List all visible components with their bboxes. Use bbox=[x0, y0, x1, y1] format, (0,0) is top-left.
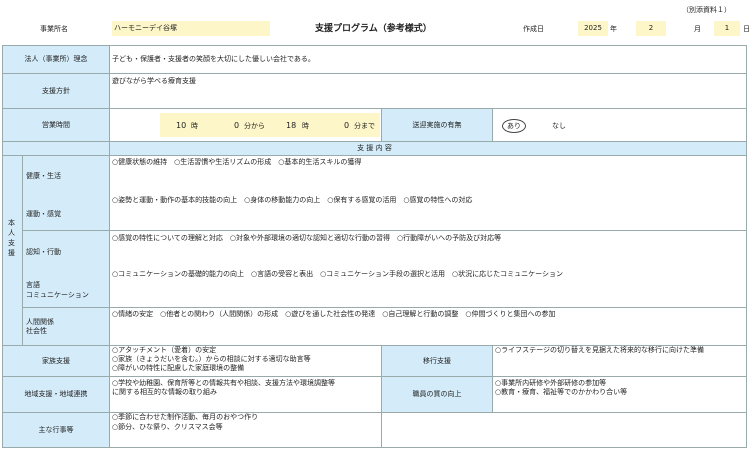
events-line-2: ○節分、ひな祭り、クリスマス会等 bbox=[112, 423, 223, 431]
events-line-1: ○季節に合わせた制作活動、毎月のおやつ作り bbox=[112, 413, 259, 421]
staff-line-2: ○教育・療育、福祉等でのかかわり合い等 bbox=[495, 388, 628, 396]
family-line-2: ○家族（きょうだいを含む。）からの相談に対する適切な助言等 bbox=[112, 355, 311, 363]
office-name: ハーモニーデイ谷塚 bbox=[112, 21, 270, 36]
community-line-2: に関する相互的な情報の取り組み bbox=[112, 388, 217, 396]
appendix-note: （別添資料１） bbox=[682, 6, 731, 14]
transport-yes: あり bbox=[502, 119, 526, 133]
communication-label: コミュニケーション bbox=[26, 291, 89, 299]
motor-sensory-label: 運動・感覚 bbox=[26, 210, 61, 218]
language-label: 言語 bbox=[26, 281, 40, 289]
health-life-label: 健康・生活 bbox=[26, 172, 61, 180]
staff-quality-label: 職員の質の向上 bbox=[382, 377, 492, 412]
date-month: 2 bbox=[636, 21, 666, 36]
transition-line-1: ○ライフステージの切り替えを見据えた将来的な移行に向けた準備 bbox=[495, 346, 704, 354]
start-minute: 0 bbox=[234, 121, 240, 130]
transport-no: なし bbox=[552, 122, 566, 130]
minute-from: 分から bbox=[244, 122, 265, 130]
family-line-3: ○障がいの特性に配慮した家庭環境の整備 bbox=[112, 364, 245, 372]
personal-support-label: 本人支援 bbox=[8, 219, 15, 257]
events-label: 主な行事等 bbox=[3, 413, 109, 447]
philosophy-text: 子ども・保護者・支援者の笑顔を大切にした優しい会社である。 bbox=[112, 55, 315, 63]
minute-to: 分まで bbox=[354, 122, 375, 130]
community-line-1: ○学校や幼稚園、保育所等との情報共有や相談、支援方法や環境調整等 bbox=[112, 379, 336, 387]
community-support-label: 地域支援・地域連携 bbox=[3, 377, 109, 412]
end-hour: 18 bbox=[286, 121, 297, 130]
day-unit: 日 bbox=[743, 25, 750, 33]
relationships-label: 人間関係 bbox=[26, 318, 54, 326]
hours-label: 営業時間 bbox=[3, 109, 109, 141]
date-label: 作成日 bbox=[523, 25, 544, 33]
cognition-behavior-label: 認知・行動 bbox=[26, 248, 61, 256]
start-hour: 10 bbox=[176, 121, 187, 130]
hour-unit-2: 時 bbox=[302, 122, 309, 130]
staff-line-1: ○事業所内研修や外部研修の参加等 bbox=[495, 379, 607, 387]
support-content-header: 支 援 内 容 bbox=[3, 142, 746, 155]
section-health-line-1: ○健康状態の維持 ○生活習慣や生活リズムの形成 ○基本的生活スキルの獲得 bbox=[112, 158, 362, 166]
family-support-label: 家族支援 bbox=[3, 346, 109, 376]
office-label: 事業所名 bbox=[40, 25, 68, 33]
family-line-1: ○アタッチメント（愛着）の安定 bbox=[112, 346, 217, 354]
philosophy-label: 法人（事業所）理念 bbox=[3, 46, 109, 73]
sociality-label: 社会性 bbox=[26, 327, 47, 335]
transport-label: 送迎実施の有無 bbox=[382, 109, 492, 141]
year-unit: 年 bbox=[610, 25, 617, 33]
policy-label: 支援方針 bbox=[3, 74, 109, 108]
date-day: 1 bbox=[714, 21, 740, 36]
section-social-line-1: ○情緒の安定 ○他者との関わり（人間関係）の形成 ○遊びを通した社会性の発達 ○… bbox=[112, 310, 556, 318]
section-health-line-2: ○姿勢と運動・動作の基本的技能の向上 ○身体の移動能力の向上 ○保有する感覚の活… bbox=[112, 196, 473, 204]
month-unit: 月 bbox=[694, 25, 701, 33]
transition-support-label: 移行支援 bbox=[382, 346, 492, 376]
end-minute: 0 bbox=[344, 121, 350, 130]
policy-text: 遊びながら学べる療育支援 bbox=[112, 77, 196, 85]
section-cognition-line-1: ○感覚の特性についての理解と対応 ○対象や外部環境の適切な認知と適切な行動の習得… bbox=[112, 234, 502, 242]
section-cognition-line-2: ○コミュニケーションの基礎的能力の向上 ○言語の受容と表出 ○コミュニケーション… bbox=[112, 270, 564, 278]
hour-unit: 時 bbox=[191, 122, 198, 130]
date-year: 2025 bbox=[578, 21, 608, 36]
page-title: 支援プログラム（参考様式） bbox=[315, 24, 432, 34]
